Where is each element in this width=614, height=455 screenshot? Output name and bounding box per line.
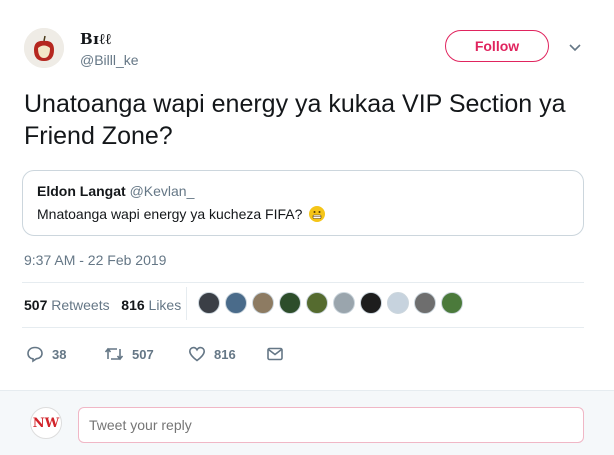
liker-avatar[interactable] [387,292,409,314]
heart-icon [188,346,206,362]
tweet-stats: 507 Retweets 816 Likes [24,297,181,313]
message-action[interactable] [266,345,292,363]
author-avatar[interactable] [24,28,64,68]
liker-avatar[interactable] [414,292,436,314]
user-avatar[interactable]: NW [30,407,62,439]
retweets-stat[interactable]: 507 Retweets [24,297,110,313]
grimacing-emoji-icon [309,206,326,222]
likes-label: Likes [148,297,182,313]
liker-avatar[interactable] [306,292,328,314]
quoted-tweet[interactable]: Eldon Langat @Kevlan_ Mnatoanga wapi ene… [22,170,584,236]
divider [22,327,584,328]
liker-avatar[interactable] [279,292,301,314]
like-action[interactable]: 816 [188,345,236,363]
liker-avatar[interactable] [333,292,355,314]
chevron-down-icon[interactable] [566,38,584,56]
likers-avatars [198,292,468,314]
reply-input[interactable] [78,407,584,443]
liker-avatar[interactable] [360,292,382,314]
quoted-author: Eldon Langat @Kevlan_ [37,183,194,199]
envelope-icon [267,347,283,361]
reply-icon [27,346,43,363]
quoted-author-handle: @Kevlan_ [129,183,195,199]
retweet-count: 507 [132,346,154,362]
reply-action[interactable]: 38 [26,345,66,363]
follow-button[interactable]: Follow [445,30,549,62]
author-handle[interactable]: @Billl_ke [80,52,139,68]
tweet-text: Unatoanga wapi energy ya kukaa VIP Secti… [24,90,566,150]
like-count: 816 [214,346,236,362]
retweet-action[interactable]: 507 [104,345,154,363]
liker-avatar[interactable] [252,292,274,314]
stats-divider [186,287,187,320]
retweet-icon [104,347,124,361]
author-name[interactable]: Bɪℓℓ [80,30,112,49]
divider [22,282,584,283]
liker-avatar[interactable] [198,292,220,314]
likes-count: 816 [121,297,145,313]
liker-avatar[interactable] [225,292,247,314]
retweets-label: Retweets [51,297,110,313]
quoted-author-name: Eldon Langat [37,183,126,199]
reply-count: 38 [52,346,67,362]
liker-avatar[interactable] [441,292,463,314]
quoted-text-line: Mnatoanga wapi energy ya kucheza FIFA? [37,206,326,222]
quoted-text: Mnatoanga wapi energy ya kucheza FIFA? [37,206,303,222]
likes-stat[interactable]: 816 Likes [121,297,181,313]
retweets-count: 507 [24,297,48,313]
tweet-timestamp[interactable]: 9:37 AM - 22 Feb 2019 [24,252,166,268]
